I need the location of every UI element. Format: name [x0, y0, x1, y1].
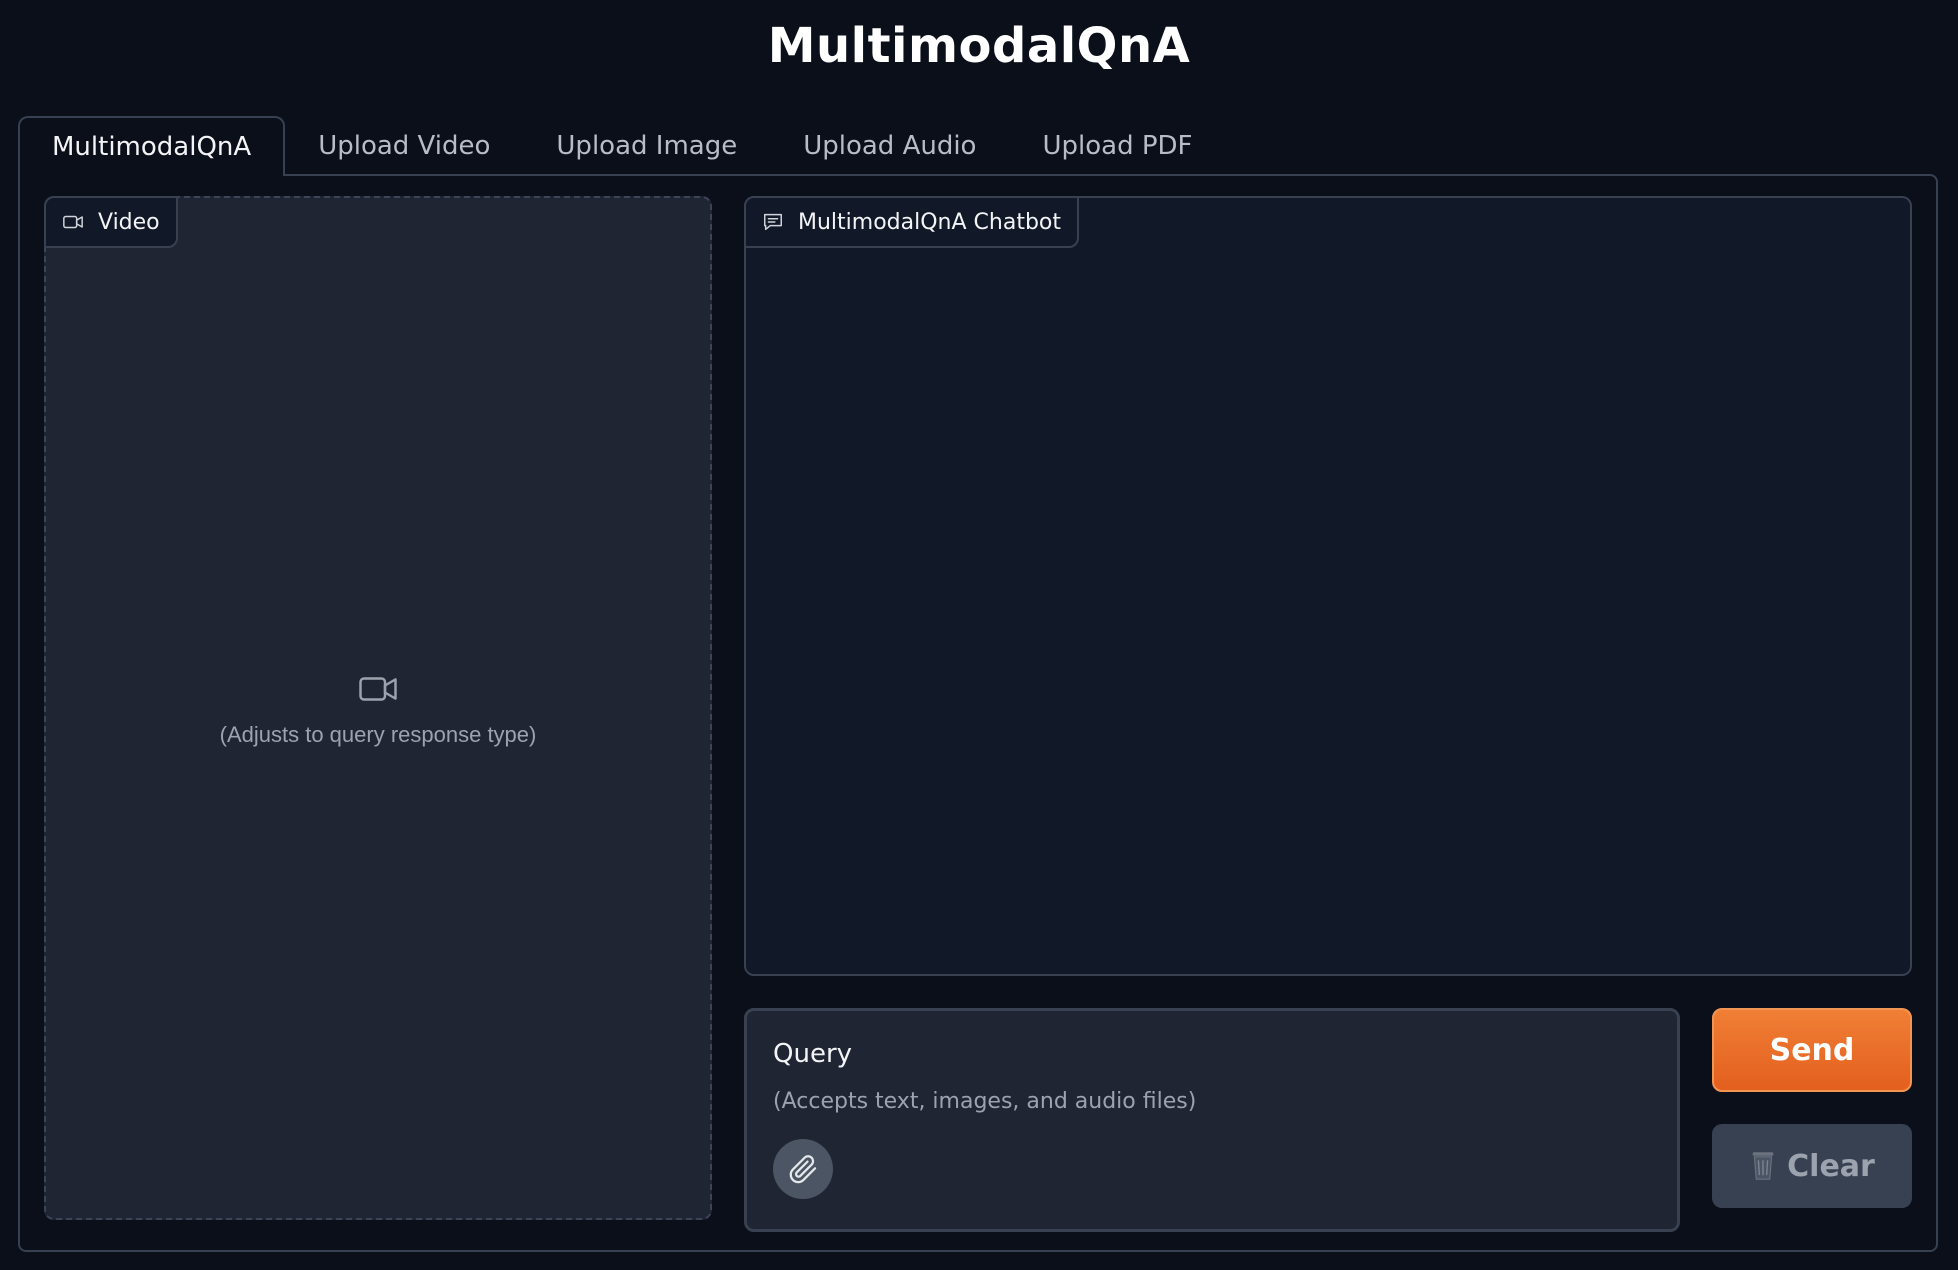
- wastebasket-icon: [1752, 1152, 1774, 1180]
- tab-upload-image[interactable]: Upload Image: [523, 116, 770, 176]
- video-empty-state: (Adjusts to query response type): [46, 198, 710, 1218]
- chatbot-label: MultimodalQnA Chatbot: [798, 209, 1061, 235]
- send-button[interactable]: Send: [1712, 1008, 1912, 1092]
- query-box[interactable]: Query: [744, 1008, 1680, 1232]
- tab-multimodalqna[interactable]: MultimodalQnA: [18, 116, 286, 176]
- chatbot-block-label: MultimodalQnA Chatbot: [744, 196, 1079, 248]
- page-title: MultimodalQnA: [767, 18, 1191, 74]
- tab-upload-video[interactable]: Upload Video: [285, 116, 523, 176]
- tab-upload-pdf[interactable]: Upload PDF: [1009, 116, 1225, 176]
- video-panel: Video (Adjusts to query response type): [44, 196, 712, 1220]
- clear-label: Clear: [1787, 1148, 1875, 1184]
- clear-button[interactable]: Clear: [1712, 1124, 1912, 1208]
- chatbot-panel[interactable]: MultimodalQnA Chatbot: [744, 196, 1912, 976]
- tab-bar: MultimodalQnA Upload Video Upload Image …: [18, 116, 1226, 176]
- video-placeholder-text: (Adjusts to query response type): [219, 722, 537, 747]
- app-root: MultimodalQnA MultimodalQnA Upload Video…: [0, 0, 1958, 1270]
- paperclip-icon: [789, 1155, 817, 1184]
- video-placeholder-icon: [359, 677, 397, 701]
- chat-bubble-icon: [764, 213, 782, 231]
- query-input[interactable]: [773, 1081, 1653, 1121]
- attach-file-button[interactable]: [773, 1139, 833, 1199]
- tab-upload-audio[interactable]: Upload Audio: [770, 116, 1009, 176]
- query-title: Query: [773, 1039, 853, 1069]
